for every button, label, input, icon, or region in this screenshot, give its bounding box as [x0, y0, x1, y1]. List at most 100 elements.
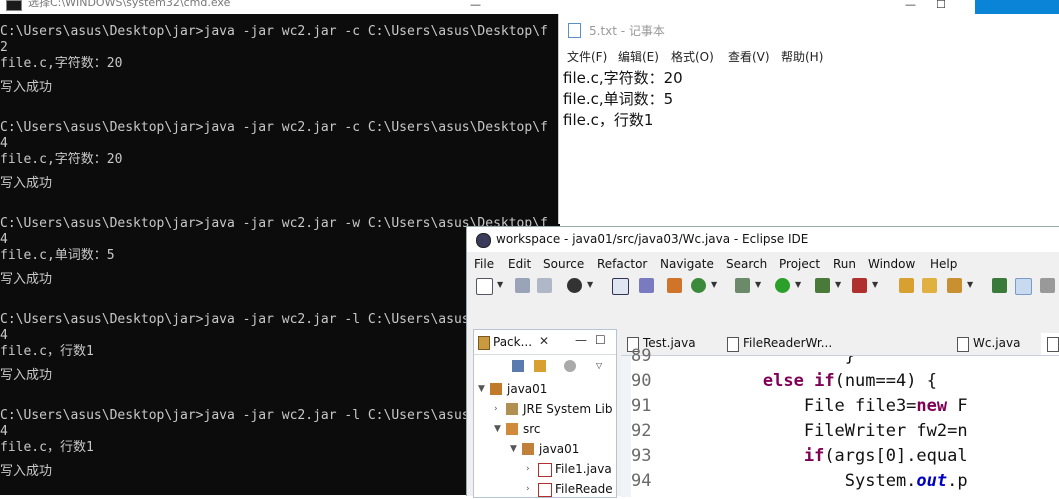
pin-icon[interactable]	[992, 278, 1007, 293]
package-explorer-toolbar: ▽	[474, 355, 616, 377]
refresh-icon[interactable]	[691, 278, 706, 293]
notepad-window[interactable]: 5.txt - 记事本 文件(F) 编辑(E) 格式(O) 查看(V) 帮助(H…	[558, 14, 1059, 224]
cmd-icon	[6, 0, 22, 11]
java-file-icon	[727, 337, 739, 352]
notepad-line: file.c,字符数：20	[563, 69, 683, 87]
code-text: System.	[844, 471, 917, 491]
java-file-icon	[1047, 337, 1059, 352]
taskbar-strip	[975, 0, 1059, 14]
tree-item-filereader[interactable]: FileReade	[555, 479, 613, 499]
tree-item-src[interactable]: src	[523, 419, 541, 439]
code-line: FileWriter fw2=n	[681, 419, 968, 444]
cmd-line: C:\Users\asus\Desktop\jar>java -jar wc2.…	[0, 24, 548, 39]
notepad-title-bar[interactable]: 5.txt - 记事本	[559, 14, 1059, 44]
external-tools-icon[interactable]	[852, 278, 867, 293]
code-editor[interactable]: 89 90 91 92 93 94 } else if(num==4) { Fi…	[621, 346, 1059, 497]
skip-breakpoints-icon[interactable]	[639, 278, 654, 293]
chevron-down-icon[interactable]: ▼	[587, 280, 593, 289]
cmd-line: 写入成功	[0, 80, 53, 95]
menu-help[interactable]: Help	[930, 257, 957, 271]
menu-refactor[interactable]: Refactor	[597, 257, 647, 271]
open-folder-icon[interactable]	[899, 278, 914, 293]
chevron-down-icon[interactable]: ▼	[497, 280, 503, 289]
chevron-right-icon[interactable]: ›	[526, 459, 530, 479]
package-explorer-tab-label: Pack...	[493, 335, 533, 349]
chevron-down-icon[interactable]: ▼	[795, 280, 801, 289]
chevron-down-icon[interactable]: ▼	[711, 280, 717, 289]
eclipse-title-bar[interactable]: workspace - java01/src/java03/Wc.java - …	[467, 227, 1059, 252]
minimize-button[interactable]: —	[575, 333, 587, 347]
coverage-icon[interactable]	[815, 278, 830, 293]
notepad-menu-view[interactable]: 查看(V)	[728, 48, 770, 65]
next-annotation-icon[interactable]	[1040, 278, 1055, 293]
focus-icon[interactable]	[564, 360, 576, 372]
maximize-button[interactable]: ☐	[936, 0, 946, 10]
package-explorer[interactable]: Pack... ✕ — ☐ ▽ ▼ java01 › JRE System Li…	[473, 329, 617, 498]
notepad-menu-file[interactable]: 文件(F)	[567, 48, 607, 65]
terminal-icon[interactable]	[612, 278, 629, 295]
notepad-menu-format[interactable]: 格式(O)	[671, 48, 714, 65]
menu-run[interactable]: Run	[833, 257, 856, 271]
open-type-icon[interactable]	[922, 278, 937, 293]
debug-icon[interactable]	[735, 278, 750, 293]
minimize-button[interactable]: —	[905, 0, 916, 10]
view-menu-icon[interactable]: ▽	[596, 361, 602, 370]
menu-source[interactable]: Source	[543, 257, 584, 271]
code-area[interactable]: } else if(num==4) { File file3=new F Fil…	[681, 356, 1059, 497]
link-editor-icon[interactable]	[534, 360, 546, 372]
package-explorer-tab[interactable]: Pack... ✕ — ☐	[474, 330, 616, 355]
run-icon[interactable]	[775, 278, 790, 293]
person-icon[interactable]	[567, 278, 582, 293]
cmd-title-bar[interactable]: 选择C:\WINDOWS\system32\cmd.exe —	[0, 0, 560, 14]
close-icon[interactable]: ✕	[539, 334, 549, 348]
tab-active[interactable]	[1041, 333, 1059, 355]
chevron-down-icon[interactable]: ▼	[755, 280, 761, 289]
cmd-line: 2	[0, 40, 8, 55]
notepad-title: 5.txt - 记事本	[589, 24, 665, 38]
maximize-button[interactable]: ☐	[595, 333, 606, 347]
menu-edit[interactable]: Edit	[508, 257, 531, 271]
menu-navigate[interactable]: Navigate	[660, 257, 714, 271]
chevron-down-icon[interactable]: ▼	[478, 379, 485, 399]
tab-filereaderwr[interactable]: FileReaderWr...	[721, 333, 963, 355]
code-text: F	[947, 396, 968, 416]
notepad-menu-help[interactable]: 帮助(H)	[781, 48, 823, 65]
save-all-icon[interactable]	[537, 278, 552, 293]
notepad-line: file.c,单词数：5	[563, 90, 674, 108]
notepad-menu-edit[interactable]: 编辑(E)	[618, 48, 659, 65]
code-text: (num==4) {	[834, 371, 937, 391]
code-line: File file3=new F	[681, 394, 968, 419]
menu-project[interactable]: Project	[779, 257, 820, 271]
highlight-icon[interactable]	[1015, 278, 1032, 295]
code-text: FileWriter fw2=n	[803, 421, 968, 441]
search-icon[interactable]	[947, 278, 962, 293]
line-numbers: 89 90 91 92 93 94	[631, 346, 681, 497]
tree-item-java01-package[interactable]: java01	[539, 439, 579, 459]
menu-search[interactable]: Search	[726, 257, 767, 271]
menu-window[interactable]: Window	[868, 257, 915, 271]
tree-item-file1-java[interactable]: File1.java	[555, 459, 612, 479]
collapse-all-icon[interactable]	[512, 360, 524, 372]
line-number: 89	[631, 346, 652, 366]
new-icon[interactable]	[476, 278, 493, 295]
new-class-icon[interactable]	[667, 278, 682, 293]
cmd-minimize-button[interactable]: —	[470, 0, 481, 10]
chevron-down-icon[interactable]: ▼	[494, 419, 501, 439]
code-keyword: else	[762, 371, 804, 391]
eclipse-window[interactable]: workspace - java01/src/java03/Wc.java - …	[466, 226, 1059, 498]
chevron-down-icon[interactable]: ▼	[510, 439, 517, 459]
cmd-line: C:\Users\asus\Desktop\jar>java -jar wc2.…	[0, 120, 548, 135]
tree-item-jre-system-library[interactable]: JRE System Lib	[523, 399, 612, 419]
chevron-right-icon[interactable]: ›	[494, 399, 498, 419]
code-line: else if(num==4) {	[681, 369, 968, 394]
chevron-down-icon[interactable]: ▼	[967, 280, 973, 289]
chevron-right-icon[interactable]: ›	[526, 479, 530, 499]
notepad-text-area[interactable]: file.c,字符数：20 file.c,单词数：5 file.c，行数1	[563, 68, 1058, 131]
chevron-down-icon[interactable]: ▼	[872, 280, 878, 289]
menu-file[interactable]: File	[474, 257, 494, 271]
tree-item-java01-project[interactable]: java01	[507, 379, 547, 399]
package-icon	[478, 336, 490, 350]
editor-tabs: Test.java FileReaderWr... Wc.java	[621, 329, 1059, 355]
save-icon[interactable]	[515, 278, 530, 293]
chevron-down-icon[interactable]: ▼	[835, 280, 841, 289]
